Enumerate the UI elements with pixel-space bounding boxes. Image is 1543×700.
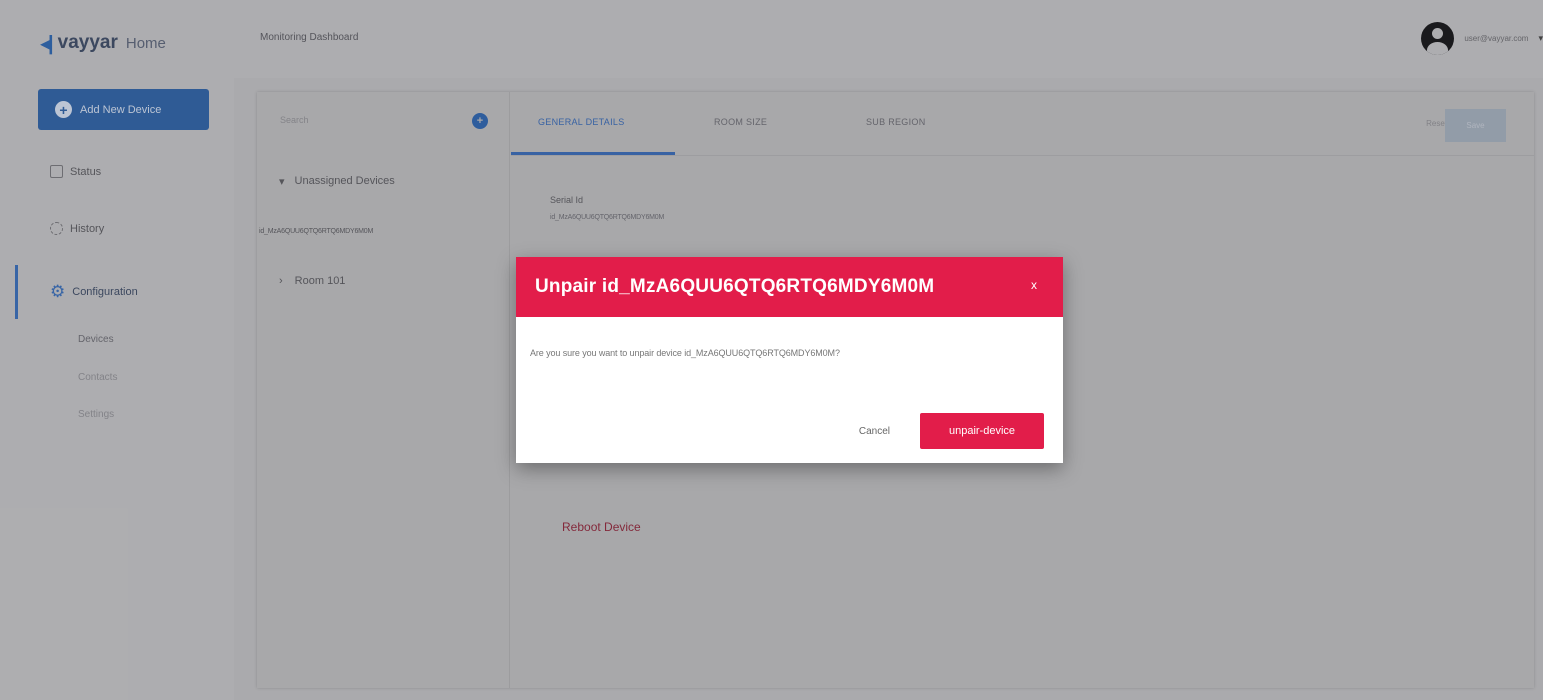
dialog-actions: Cancel unpair-device — [859, 413, 1044, 449]
dialog-title: Unpair id_MzA6QUU6QTQ6RTQ6MDY6M0M — [535, 276, 935, 297]
unpair-device-button[interactable]: unpair-device — [920, 413, 1044, 449]
dialog-message: Are you sure you want to unpair device i… — [530, 348, 840, 358]
unpair-dialog: Unpair id_MzA6QUU6QTQ6RTQ6MDY6M0M x Are … — [516, 257, 1063, 463]
close-icon[interactable]: x — [1031, 279, 1037, 291]
dialog-header: Unpair id_MzA6QUU6QTQ6RTQ6MDY6M0M x — [516, 257, 1063, 317]
cancel-button[interactable]: Cancel — [859, 426, 890, 437]
